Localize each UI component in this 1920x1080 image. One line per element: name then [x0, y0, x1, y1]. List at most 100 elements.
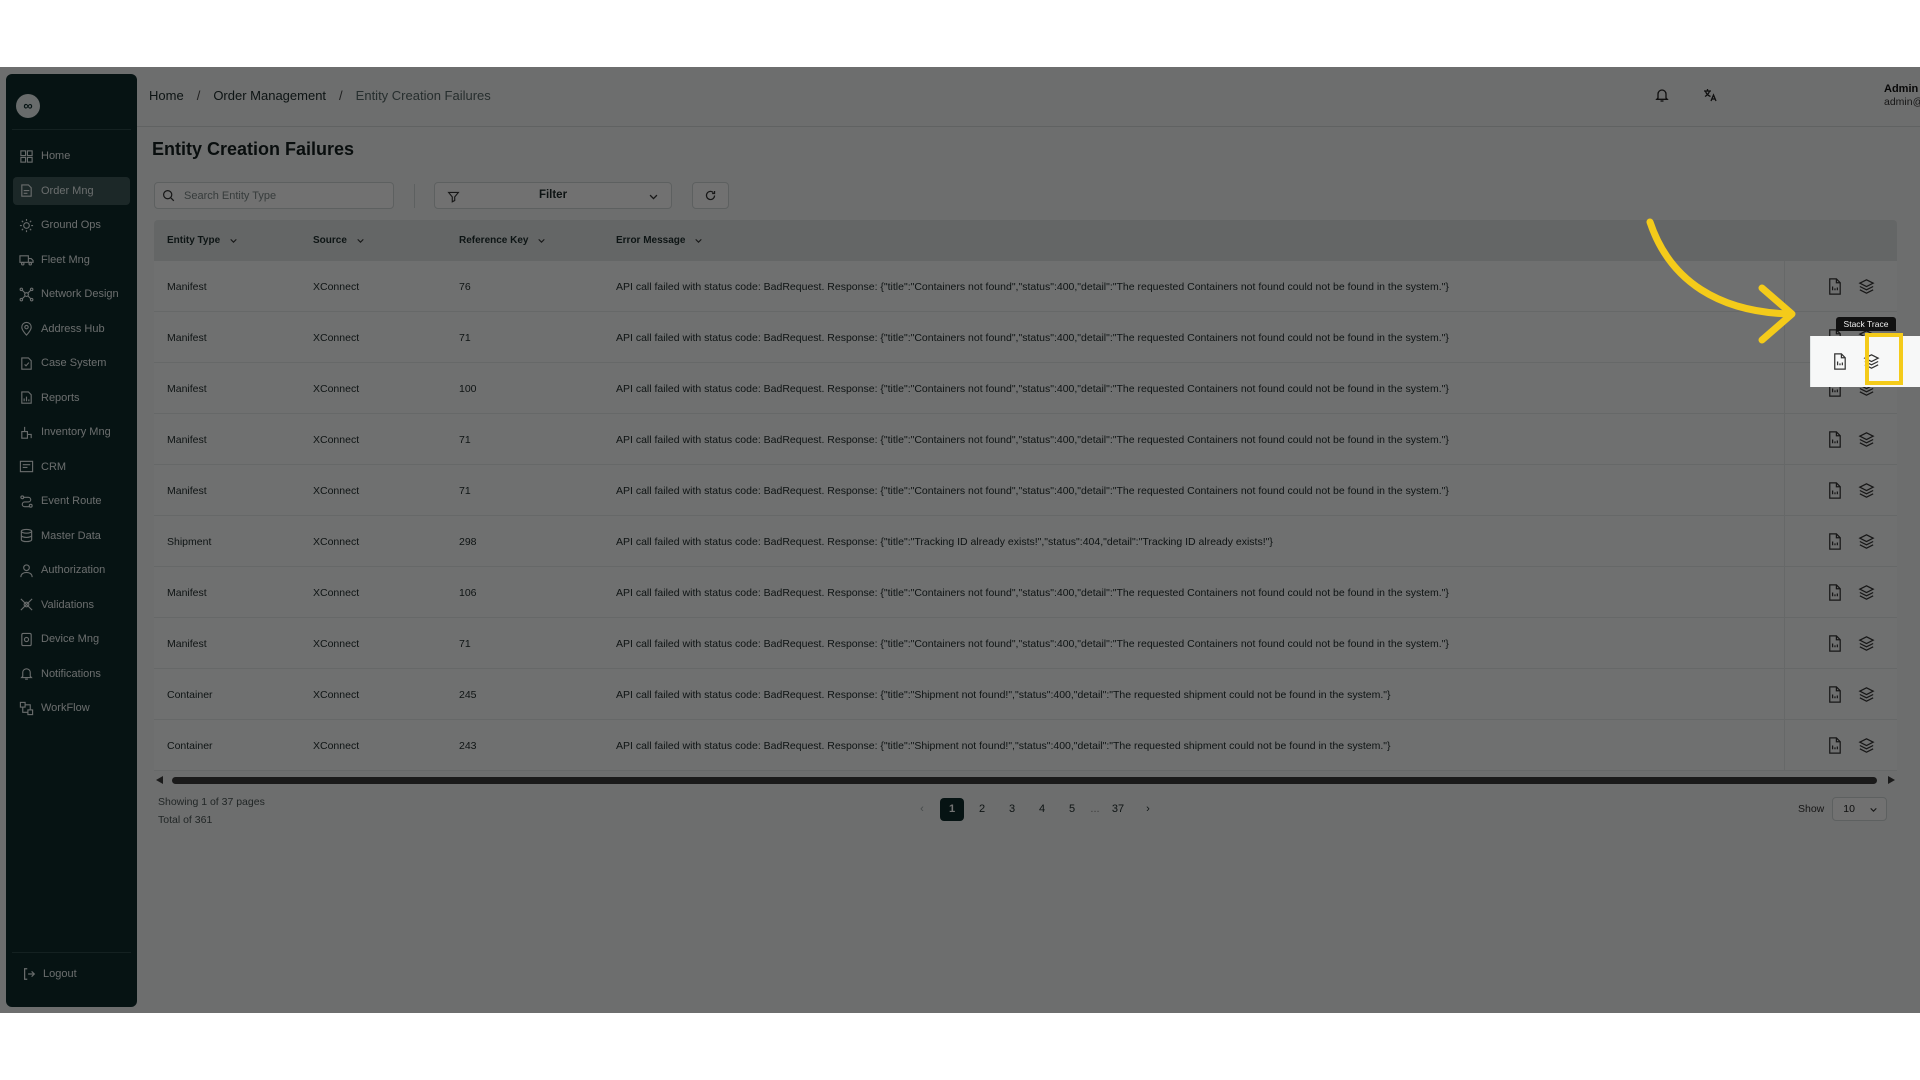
stack-trace-icon[interactable] — [1862, 352, 1881, 371]
stack-trace-icon[interactable] — [1857, 277, 1876, 296]
pagination-info: Showing 1 of 37 pages Total of 361 — [158, 793, 265, 829]
scrollbar-thumb[interactable] — [172, 777, 1877, 784]
order-icon — [21, 184, 32, 197]
cell-source: XConnect — [313, 331, 360, 344]
page-button[interactable]: 4 — [1030, 798, 1054, 821]
sidebar-item-device-mng[interactable]: Device Mng — [13, 625, 130, 653]
sidebar-item-workflow[interactable]: WorkFlow — [13, 694, 130, 722]
user-menu[interactable]: Admin admin@gnteq.com — [1884, 83, 1920, 117]
stack-trace-icon[interactable] — [1857, 430, 1876, 449]
document-icon[interactable] — [1825, 277, 1844, 296]
sidebar-item-network-design[interactable]: Network Design — [13, 280, 130, 308]
logo[interactable]: ∞ — [16, 94, 40, 118]
sidebar-item-crm[interactable]: CRM — [13, 453, 130, 481]
filter-label: Filter — [538, 189, 568, 201]
document-icon[interactable] — [1825, 685, 1844, 704]
prev-page-icon[interactable]: ‹ — [910, 798, 934, 821]
stack-trace-icon[interactable] — [1857, 634, 1876, 653]
translate-icon[interactable] — [1702, 87, 1718, 103]
column-header-reference-key[interactable]: Reference Key — [459, 220, 546, 261]
horizontal-scrollbar[interactable] — [154, 775, 1897, 785]
sidebar-item-address-hub[interactable]: Address Hub — [13, 315, 130, 343]
refresh-button[interactable] — [692, 182, 729, 209]
sidebar-item-reports[interactable]: Reports — [13, 384, 130, 412]
document-icon[interactable] — [1830, 352, 1849, 371]
sidebar-item-label: WorkFlow — [41, 702, 90, 714]
cell-reference-key: 298 — [459, 535, 477, 548]
filter-dropdown[interactable]: Filter — [434, 182, 672, 209]
document-icon[interactable] — [1825, 481, 1844, 500]
stack-trace-icon[interactable] — [1857, 532, 1876, 551]
sidebar-item-label: Fleet Mng — [41, 253, 90, 266]
cell-source: XConnect — [313, 433, 360, 446]
column-header-entity-type[interactable]: Entity Type — [167, 220, 238, 261]
failures-table: Entity Type Source Reference Key Error M… — [154, 220, 1897, 771]
app-window: ∞ Home Order Mng Ground Ops Fleet Mng Networ… — [0, 67, 1920, 1013]
scroll-right-arrow-icon[interactable] — [1888, 776, 1895, 784]
breadcrumb-home[interactable]: Home — [149, 88, 184, 103]
next-page-icon[interactable]: › — [1136, 798, 1160, 821]
cell-entity-type: Shipment — [167, 535, 212, 548]
cell-error-message: API call failed with status code: BadReq… — [616, 739, 1391, 752]
pagination-ellipsis: ... — [1090, 803, 1100, 815]
breadcrumb-separator: / — [339, 88, 343, 103]
case-icon — [21, 356, 32, 370]
cell-source: XConnect — [313, 637, 360, 650]
sidebar-item-home[interactable]: Home — [13, 142, 130, 170]
cell-entity-type: Container — [167, 688, 213, 701]
row-actions — [1784, 618, 1897, 669]
row-actions — [1784, 414, 1897, 465]
sidebar-item-master-data[interactable]: Master Data — [13, 522, 130, 550]
cell-entity-type: Manifest — [167, 484, 207, 497]
stack-trace-icon[interactable] — [1857, 685, 1876, 704]
page-button[interactable]: 1 — [940, 797, 964, 821]
breadcrumb-order-management[interactable]: Order Management — [213, 88, 326, 103]
truck-icon — [19, 255, 34, 266]
stack-trace-icon[interactable] — [1857, 736, 1876, 755]
sidebar-item-case-system[interactable]: Case System — [13, 349, 130, 377]
cell-error-message: API call failed with status code: BadReq… — [616, 382, 1449, 395]
stack-trace-icon[interactable] — [1857, 481, 1876, 500]
sun-icon — [19, 218, 34, 232]
scroll-left-arrow-icon[interactable] — [156, 776, 163, 784]
breadcrumb: Home / Order Management / Entity Creatio… — [149, 88, 491, 103]
stack-trace-icon[interactable] — [1857, 583, 1876, 602]
cell-source: XConnect — [313, 739, 360, 752]
highlighted-row-actions — [1810, 336, 1920, 387]
document-icon[interactable] — [1825, 532, 1844, 551]
search-box — [154, 182, 394, 209]
document-icon[interactable] — [1825, 736, 1844, 755]
sidebar-item-authorization[interactable]: Authorization — [13, 556, 130, 584]
search-input[interactable] — [184, 189, 374, 202]
document-icon[interactable] — [1825, 583, 1844, 602]
sidebar-item-inventory-mng[interactable]: Inventory Mng — [13, 418, 130, 446]
table-row: Manifest XConnect 106 API call failed with … — [154, 567, 1897, 618]
column-header-source[interactable]: Source — [313, 220, 365, 261]
table-row: Container XConnect 243 API call failed with… — [154, 720, 1897, 771]
pagination-total: Total of 361 — [158, 814, 213, 826]
document-icon[interactable] — [1825, 634, 1844, 653]
cell-error-message: API call failed with status code: BadReq… — [616, 484, 1449, 497]
page-button[interactable]: 37 — [1106, 798, 1130, 821]
sidebar-item-validations[interactable]: Validations — [13, 591, 130, 619]
sidebar-item-notifications[interactable]: Notifications — [13, 660, 130, 688]
column-header-error-message[interactable]: Error Message — [616, 220, 703, 261]
page-button[interactable]: 5 — [1060, 798, 1084, 821]
document-icon[interactable] — [1825, 430, 1844, 449]
cell-entity-type: Container — [167, 739, 213, 752]
sidebar-item-fleet-mng[interactable]: Fleet Mng — [13, 246, 130, 274]
table-row: Manifest XConnect 71 API call failed with s… — [154, 465, 1897, 516]
sidebar-item-ground-ops[interactable]: Ground Ops — [13, 211, 130, 239]
crm-icon — [19, 460, 34, 473]
refresh-icon — [705, 190, 716, 201]
row-actions — [1784, 567, 1897, 618]
sidebar-item-event-route[interactable]: Event Route — [13, 487, 130, 515]
page-size-select[interactable]: 10 — [1832, 797, 1888, 821]
pointer-arrow-icon — [1646, 218, 1796, 344]
user-email: admin@gnteq.com — [1884, 96, 1920, 108]
page-button[interactable]: 2 — [970, 798, 994, 821]
page-button[interactable]: 3 — [1000, 798, 1024, 821]
sidebar-item-order-mng[interactable]: Order Mng — [13, 176, 130, 205]
bell-icon[interactable] — [1654, 87, 1670, 103]
logout-button[interactable]: Logout — [22, 967, 77, 981]
